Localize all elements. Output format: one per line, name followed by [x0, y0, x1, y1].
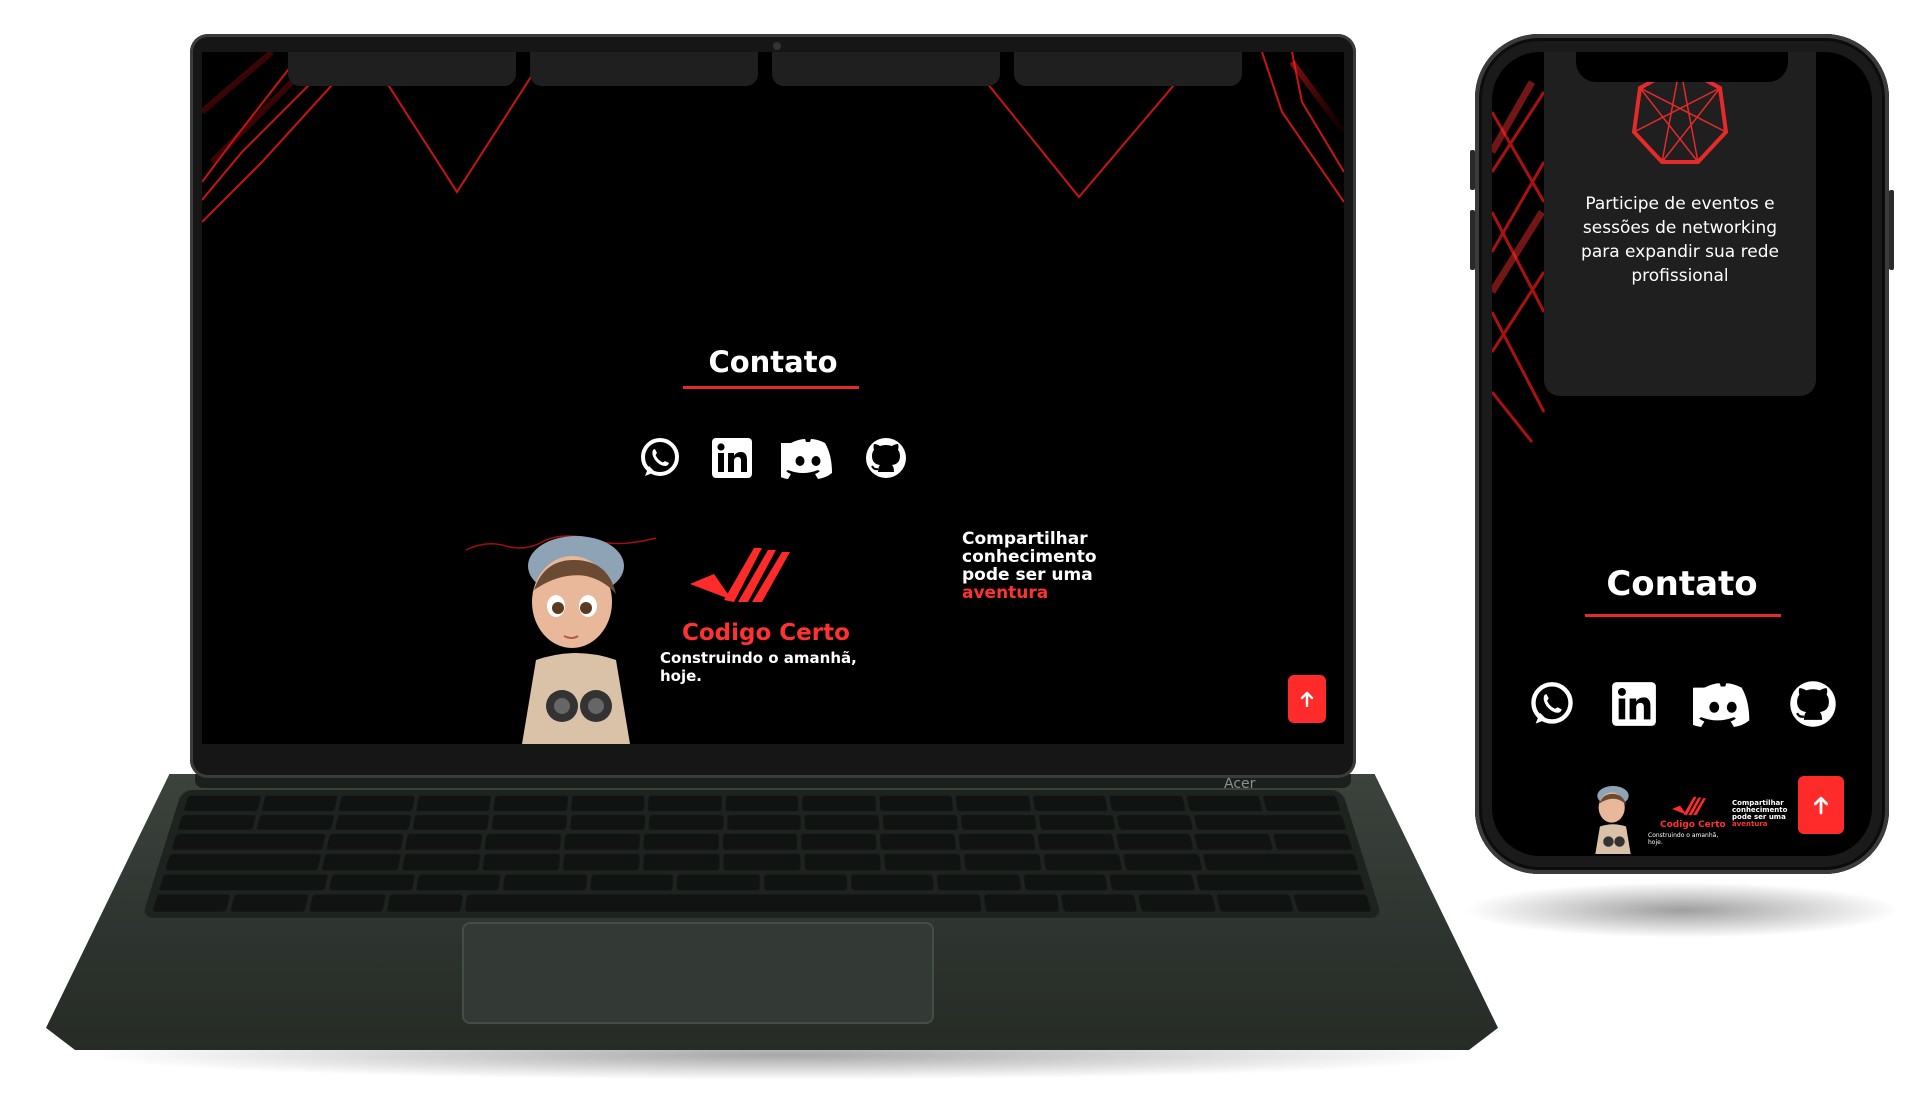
codigo-certo-logo-icon: [1672, 796, 1706, 816]
discord-icon[interactable]: [781, 437, 835, 479]
nav-tab[interactable]: [772, 52, 1000, 86]
linkedin-icon[interactable]: [1611, 681, 1657, 731]
nav-tab[interactable]: [530, 52, 758, 86]
slogan-line: Compartilhar: [962, 529, 1088, 549]
phone-shadow: [1462, 882, 1902, 938]
github-icon[interactable]: [1788, 679, 1838, 733]
laptop-camera: [773, 42, 781, 50]
arrow-up-icon: [1813, 796, 1829, 815]
whatsapp-icon[interactable]: [638, 436, 682, 480]
slogan-accent: aventura: [962, 583, 1049, 603]
slogan: Compartilhar conhecimento pode ser uma a…: [962, 529, 1097, 603]
codigo-certo-logo-icon: [690, 548, 790, 602]
arrow-up-icon: [1300, 691, 1314, 707]
laptop-screen: Contato Codigo Certo Construindo o amanh…: [202, 52, 1344, 744]
character-illustration: [1595, 785, 1631, 854]
character-illustration: [522, 536, 630, 744]
feature-card-text: Participe de eventos e sessões de networ…: [1581, 194, 1779, 286]
section-title: Contato: [1606, 564, 1758, 604]
linkedin-icon[interactable]: [711, 437, 753, 479]
nav-tab[interactable]: [288, 52, 516, 86]
phone-notch: [1576, 52, 1788, 82]
codigo-certo-banner: Codigo Certo Construindo o amanhã, hoje.…: [464, 529, 1097, 744]
section-title: Contato: [708, 345, 838, 379]
slogan-line: conhecimento: [962, 547, 1097, 567]
nav-tab[interactable]: [1014, 52, 1242, 86]
slogan-accent: aventura: [1732, 820, 1768, 828]
social-links: [638, 432, 908, 484]
github-icon[interactable]: [864, 436, 908, 480]
phone-side-button: [1889, 190, 1894, 270]
logo-tagline: Construindo o amanhã, hoje.: [660, 649, 857, 685]
logo-name: Codigo Certo: [682, 620, 850, 646]
logo-tagline: Construindo o amanhã, hoje.: [1648, 832, 1719, 846]
slogan-line: pode ser uma: [962, 565, 1093, 585]
title-underline: [1585, 614, 1781, 617]
phone-screen: Participe de eventos e sessões de networ…: [1492, 52, 1872, 856]
social-links: [1528, 678, 1838, 734]
laptop-trackpad: [462, 922, 934, 1024]
scroll-top-button[interactable]: [1798, 776, 1844, 834]
feature-card: Participe de eventos e sessões de networ…: [1544, 52, 1816, 396]
discord-icon[interactable]: [1685, 681, 1753, 731]
title-underline: [683, 386, 859, 389]
logo-name: Codigo Certo: [1660, 820, 1726, 830]
slogan: Compartilhar conhecimento pode ser uma a…: [1732, 800, 1788, 828]
scroll-top-button[interactable]: [1288, 675, 1326, 723]
whatsapp-icon[interactable]: [1528, 680, 1576, 732]
laptop-keyboard: [141, 790, 1383, 919]
laptop-brand: Acer: [1224, 776, 1256, 792]
